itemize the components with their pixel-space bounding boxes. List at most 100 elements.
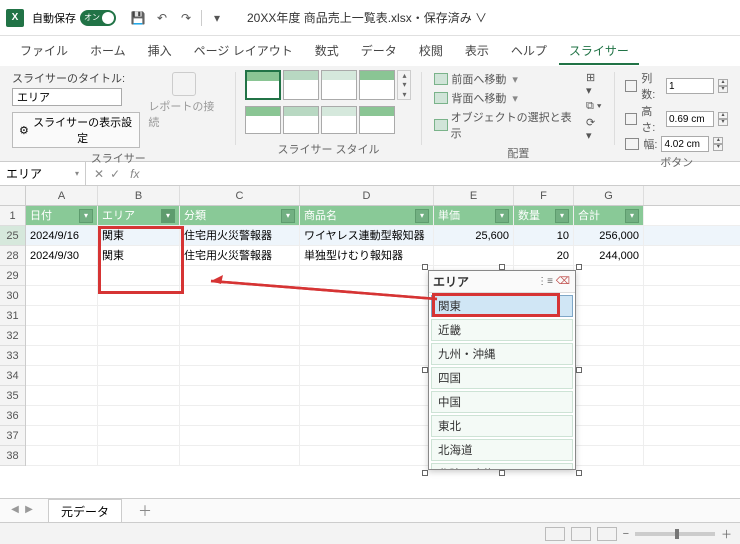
tab-slicer[interactable]: スライサー: [559, 38, 639, 65]
tab-help[interactable]: ヘルプ: [501, 38, 557, 65]
filter-dropdown[interactable]: ▾: [281, 209, 295, 223]
zoom-slider[interactable]: [635, 532, 715, 536]
cancel-icon[interactable]: ✕: [94, 167, 104, 181]
filter-dropdown[interactable]: ▾: [495, 209, 509, 223]
add-sheet-button[interactable]: ＋: [138, 501, 152, 521]
style-swatch-8[interactable]: [359, 106, 395, 134]
row-head[interactable]: 31: [0, 306, 25, 326]
page-layout-view-icon[interactable]: [571, 527, 591, 541]
height-input[interactable]: [666, 111, 714, 127]
filter-dropdown[interactable]: ▾: [555, 209, 569, 223]
slicer-header[interactable]: エリア ⋮≡ ⌫: [429, 271, 575, 293]
align-menu[interactable]: ⊞ ▾: [584, 70, 604, 98]
empty-row[interactable]: [26, 366, 740, 386]
redo-icon[interactable]: ↷: [178, 10, 194, 26]
tab-home[interactable]: ホーム: [80, 38, 136, 65]
row-head[interactable]: 30: [0, 286, 25, 306]
qa-overflow-icon[interactable]: ▾: [209, 10, 225, 26]
width-input[interactable]: [661, 136, 709, 152]
slicer-item[interactable]: 中国: [431, 391, 573, 413]
row-head[interactable]: 38: [0, 446, 25, 466]
col-head-F[interactable]: F: [514, 186, 574, 205]
empty-row[interactable]: [26, 266, 740, 286]
col-head-E[interactable]: E: [434, 186, 514, 205]
filter-dropdown[interactable]: ▾: [415, 209, 429, 223]
filter-dropdown[interactable]: ▾: [625, 209, 639, 223]
row-head-1[interactable]: 1: [0, 206, 25, 226]
row-head[interactable]: 37: [0, 426, 25, 446]
table-row[interactable]: 2024/9/16 関東 住宅用火災警報器 ワイヤレス連動型報知器 25,600…: [26, 226, 740, 246]
filter-dropdown[interactable]: ▾: [79, 209, 93, 223]
empty-row[interactable]: [26, 306, 740, 326]
style-gallery-more[interactable]: ▴▾▾: [397, 70, 411, 100]
style-swatch-4[interactable]: [359, 70, 395, 100]
empty-row[interactable]: [26, 426, 740, 446]
group-menu[interactable]: ⧉ ▾: [584, 99, 604, 114]
col-head-C[interactable]: C: [180, 186, 300, 205]
slicer-item[interactable]: 北陸・東海: [431, 463, 573, 469]
row-head[interactable]: 35: [0, 386, 25, 406]
slicer-item[interactable]: 近畿: [431, 319, 573, 341]
autosave-toggle[interactable]: オン: [80, 10, 116, 26]
slicer-item[interactable]: 四国: [431, 367, 573, 389]
sheet-nav-next[interactable]: ▶: [22, 504, 36, 518]
page-break-view-icon[interactable]: [597, 527, 617, 541]
row-head[interactable]: 32: [0, 326, 25, 346]
empty-row[interactable]: [26, 446, 740, 466]
send-backward-button[interactable]: 背面へ移動▾: [432, 89, 576, 107]
style-swatch-5[interactable]: [245, 106, 281, 134]
name-box[interactable]: エリア▾: [0, 162, 86, 185]
sheet-grid[interactable]: A B C D E F G 1 25 28 29 30 31 32 33 34 …: [0, 186, 740, 466]
bring-forward-button[interactable]: 前面へ移動▾: [432, 70, 576, 88]
row-head[interactable]: 36: [0, 406, 25, 426]
tab-review[interactable]: 校閲: [409, 38, 453, 65]
filename[interactable]: 20XX年度 商品売上一覧表.xlsx・保存済み ∨: [247, 9, 487, 26]
slicer-item-kanto[interactable]: 関東: [431, 295, 573, 317]
row-head[interactable]: 34: [0, 366, 25, 386]
zoom-out-icon[interactable]: −: [623, 528, 629, 540]
row-head[interactable]: 33: [0, 346, 25, 366]
tab-insert[interactable]: 挿入: [138, 38, 182, 65]
slicer-settings-button[interactable]: ⚙スライサーの表示設定: [12, 112, 140, 148]
tab-data[interactable]: データ: [351, 38, 407, 65]
tab-formulas[interactable]: 数式: [305, 38, 349, 65]
confirm-icon[interactable]: ✓: [110, 167, 120, 181]
slicer-item[interactable]: 九州・沖縄: [431, 343, 573, 365]
table-row[interactable]: 2024/9/30 関東 住宅用火災警報器 単独型けむり報知器 20 244,0…: [26, 246, 740, 266]
slicer-caption-input[interactable]: [12, 88, 122, 106]
col-head-B[interactable]: B: [98, 186, 180, 205]
save-icon[interactable]: 💾: [130, 10, 146, 26]
zoom-in-icon[interactable]: ＋: [721, 526, 732, 542]
empty-row[interactable]: [26, 326, 740, 346]
slicer-item[interactable]: 北海道: [431, 439, 573, 461]
style-swatch-3[interactable]: [321, 70, 357, 100]
empty-row[interactable]: [26, 346, 740, 366]
slicer-item[interactable]: 東北: [431, 415, 573, 437]
empty-row[interactable]: [26, 286, 740, 306]
row-head[interactable]: 29: [0, 266, 25, 286]
multi-select-icon[interactable]: ⋮≡: [537, 274, 553, 290]
col-head-D[interactable]: D: [300, 186, 434, 205]
style-swatch-1[interactable]: [245, 70, 281, 100]
clear-filter-icon[interactable]: ⌫: [555, 274, 571, 290]
select-all[interactable]: [0, 186, 26, 205]
style-swatch-2[interactable]: [283, 70, 319, 100]
style-swatch-6[interactable]: [283, 106, 319, 134]
fx-icon[interactable]: fx: [126, 167, 143, 181]
normal-view-icon[interactable]: [545, 527, 565, 541]
filter-dropdown-area[interactable]: ▾: [161, 209, 175, 223]
row-head-25[interactable]: 25: [0, 226, 25, 246]
sheet-tab[interactable]: 元データ: [48, 499, 122, 523]
selection-pane-button[interactable]: オブジェクトの選択と表示: [432, 108, 576, 142]
slicer-area[interactable]: エリア ⋮≡ ⌫ 関東 近畿 九州・沖縄 四国 中国 東北 北海道 北陸・東海: [428, 270, 576, 470]
tab-pagelayout[interactable]: ページ レイアウト: [184, 38, 303, 65]
tab-view[interactable]: 表示: [455, 38, 499, 65]
empty-row[interactable]: [26, 386, 740, 406]
sheet-nav-prev[interactable]: ◀: [8, 504, 22, 518]
col-head-A[interactable]: A: [26, 186, 98, 205]
row-head-28[interactable]: 28: [0, 246, 25, 266]
rotate-menu[interactable]: ⟳ ▾: [584, 115, 604, 143]
empty-row[interactable]: [26, 406, 740, 426]
columns-input[interactable]: [666, 78, 714, 94]
style-swatch-7[interactable]: [321, 106, 357, 134]
